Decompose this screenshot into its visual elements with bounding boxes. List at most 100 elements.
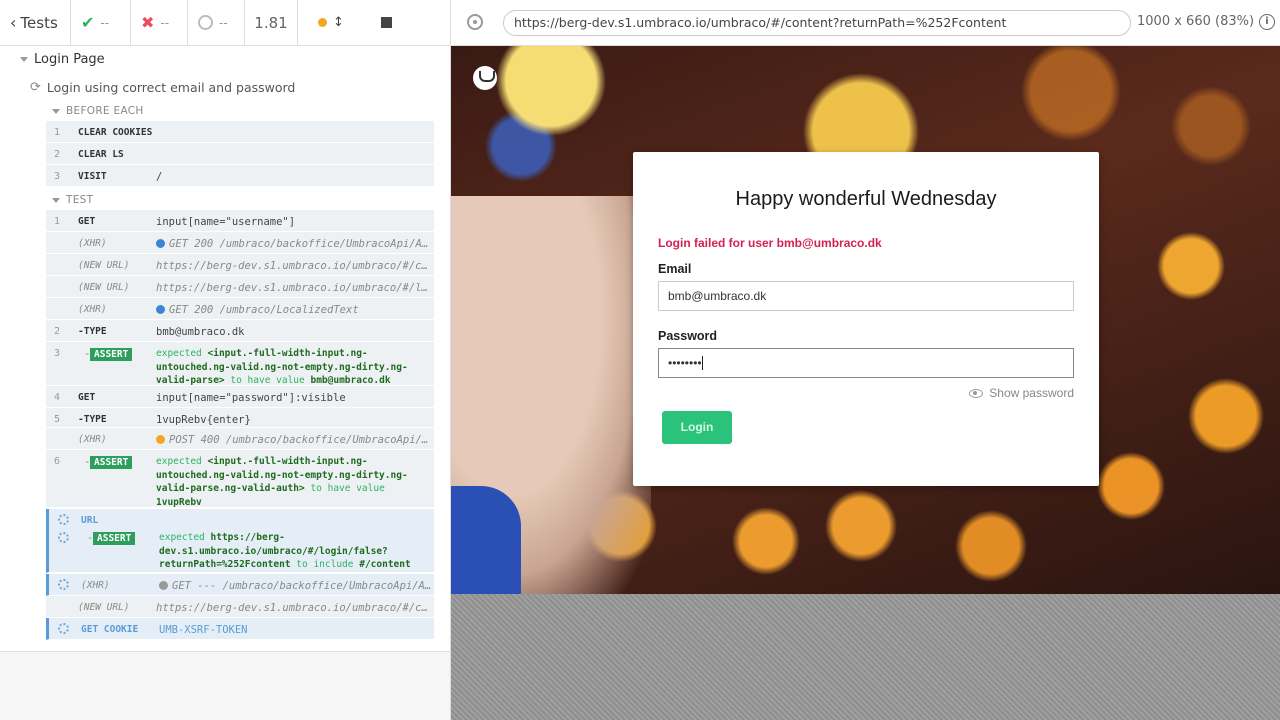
command-message: GET 200 /umbraco/backoffice/UmbracoApi/A… xyxy=(156,238,429,250)
command-name: -TYPE xyxy=(78,326,107,337)
command-name: (XHR) xyxy=(78,238,107,249)
run-controls: ↕ xyxy=(298,0,406,45)
suite-title[interactable]: Login Page xyxy=(20,52,105,67)
command-number: 3 xyxy=(54,348,61,359)
assert-verb: to have value xyxy=(310,483,385,494)
background-sleeve-image xyxy=(451,486,521,594)
xhr-status-dot-icon xyxy=(156,435,165,444)
greeting-heading: Happy wonderful Wednesday xyxy=(735,188,997,210)
command-row[interactable]: GET COOKIE UMB-XSRF-TOKEN xyxy=(46,618,434,640)
command-number: 1 xyxy=(54,127,61,138)
caret-down-icon xyxy=(20,57,28,62)
eye-icon xyxy=(969,388,984,398)
xhr-text: POST 400 /umbraco/backoffice/UmbracoApi/… xyxy=(169,434,429,446)
command-row[interactable]: (NEW URL) https://berg-dev.s1.umbraco.io… xyxy=(46,276,434,298)
umbraco-logo-icon[interactable] xyxy=(473,66,497,90)
passed-count: -- xyxy=(100,15,110,30)
assert-expected-label: expected xyxy=(156,348,202,359)
command-row[interactable]: 4 GET input[name="password"]:visible xyxy=(46,386,434,408)
xhr-status-dot-icon xyxy=(159,581,168,590)
command-row[interactable]: 2 CLEAR LS xyxy=(46,143,434,165)
command-name: (NEW URL) xyxy=(78,282,130,293)
command-name: CLEAR LS xyxy=(78,149,124,160)
assert-badge: ASSERT xyxy=(90,456,133,469)
pending-url-assert-block[interactable]: URL - ASSERT expected https://berg-dev.s… xyxy=(46,509,434,573)
test-label: Login using correct email and password xyxy=(46,80,296,95)
refresh-spinner-icon: ⟳ xyxy=(30,80,41,95)
command-message: https://berg-dev.s1.umbraco.io/umbraco/#… xyxy=(156,602,429,614)
umbraco-login-page: Happy wonderful Wednesday Login failed f… xyxy=(451,46,1280,594)
reporter-panel: ‹ Tests ✔ -- ✖ -- -- 1.81 ↕ Login Page ⟳… xyxy=(0,0,450,720)
running-dot-icon xyxy=(318,18,327,27)
app-under-test-panel: https://berg-dev.s1.umbraco.io/umbraco/#… xyxy=(450,0,1280,720)
viewport-scale: (83%) xyxy=(1215,14,1255,29)
assert-row[interactable]: 3 - ASSERT expected <input.-full-width-i… xyxy=(46,342,434,386)
command-number: 1 xyxy=(54,216,61,227)
command-name: GET COOKIE xyxy=(81,624,139,635)
loading-spinner-icon xyxy=(58,532,69,543)
command-row[interactable]: 5 -TYPE 1vupRebv{enter} xyxy=(46,408,434,428)
command-number: 2 xyxy=(54,149,61,160)
command-row[interactable]: 1 GET input[name="username"] xyxy=(46,210,434,232)
show-password-toggle[interactable]: Show password xyxy=(969,386,1074,400)
failed-count: -- xyxy=(160,15,170,30)
command-row[interactable]: (XHR) GET 200 /umbraco/backoffice/Umbrac… xyxy=(46,232,434,254)
test-body-hook[interactable]: TEST xyxy=(52,194,93,206)
text-caret xyxy=(701,356,703,370)
xhr-status-dot-icon xyxy=(156,305,165,314)
before-each-hook[interactable]: BEFORE EACH xyxy=(52,105,144,117)
command-row[interactable]: (XHR) POST 400 /umbraco/backoffice/Umbra… xyxy=(46,428,434,450)
assert-row[interactable]: 6 - ASSERT expected <input.-full-width-i… xyxy=(46,450,434,508)
command-row[interactable]: (NEW URL) https://berg-dev.s1.umbraco.io… xyxy=(46,254,434,276)
command-name: URL xyxy=(81,515,99,526)
failed-stat: ✖ -- xyxy=(131,0,188,45)
command-number: 2 xyxy=(54,326,61,337)
email-field[interactable]: bmb@umbraco.dk xyxy=(658,281,1074,311)
login-error-message: Login failed for user bmb@umbraco.dk xyxy=(658,236,882,250)
checkmark-icon: ✔ xyxy=(81,13,95,32)
stop-button[interactable] xyxy=(381,17,392,28)
assert-message: expected <input.-full-width-input.ng-unt… xyxy=(156,455,429,509)
assert-value: 1vupRebv xyxy=(156,496,202,508)
command-row[interactable]: (XHR) GET --- /umbraco/backoffice/Umbrac… xyxy=(46,574,434,596)
password-label: Password xyxy=(658,329,718,343)
command-name: (XHR) xyxy=(78,304,107,315)
viewport-dimensions: 1000 x 660 xyxy=(1137,14,1211,29)
command-row[interactable]: 1 CLEAR COOKIES xyxy=(46,121,434,143)
xhr-text: GET 200 /umbraco/LocalizedText xyxy=(169,304,359,316)
command-row[interactable]: (XHR) GET 200 /umbraco/LocalizedText xyxy=(46,298,434,320)
hook-label: TEST xyxy=(66,194,94,206)
command-number: 4 xyxy=(54,392,61,403)
back-label: Tests xyxy=(20,13,58,32)
command-row[interactable]: 2 -TYPE bmb@umbraco.dk xyxy=(46,320,434,342)
autoscroll-toggle[interactable]: ↕ xyxy=(318,15,344,30)
assert-value: bmb@umbraco.dk xyxy=(310,375,391,386)
back-to-tests-button[interactable]: ‹ Tests xyxy=(0,0,71,45)
email-label: Email xyxy=(658,262,692,276)
command-row[interactable]: 3 VISIT / xyxy=(46,165,434,187)
command-message: 1vupRebv{enter} xyxy=(156,414,251,426)
command-name: (XHR) xyxy=(78,434,107,445)
xhr-text: GET --- /umbraco/backoffice/UmbracoApi/A… xyxy=(172,580,432,592)
command-name: VISIT xyxy=(78,171,107,182)
test-title[interactable]: ⟳ Login using correct email and password xyxy=(30,80,295,95)
assert-expected-label: expected xyxy=(159,532,205,543)
assert-verb: to have value xyxy=(230,375,305,386)
command-row[interactable]: (NEW URL) https://berg-dev.s1.umbraco.io… xyxy=(46,596,434,618)
login-button[interactable]: Login xyxy=(662,411,732,444)
command-number: 6 xyxy=(54,456,61,467)
login-dialog: Happy wonderful Wednesday Login failed f… xyxy=(633,152,1099,486)
url-display[interactable]: https://berg-dev.s1.umbraco.io/umbraco/#… xyxy=(503,10,1131,36)
duration: 1.81 xyxy=(245,0,298,45)
assert-value: #/content xyxy=(359,559,411,570)
passed-stat: ✔ -- xyxy=(71,0,131,45)
command-name: -TYPE xyxy=(78,414,107,425)
suite-label: Login Page xyxy=(34,52,105,67)
command-number: 3 xyxy=(54,171,61,182)
password-field[interactable]: •••••••• xyxy=(658,348,1074,378)
viewport-size: 1000 x 660 (83%) xyxy=(1137,14,1254,29)
assert-expected-label: expected xyxy=(156,456,202,467)
pending-count: -- xyxy=(219,15,228,30)
info-icon[interactable]: i xyxy=(1259,14,1275,30)
selector-playground-icon[interactable] xyxy=(467,14,483,30)
